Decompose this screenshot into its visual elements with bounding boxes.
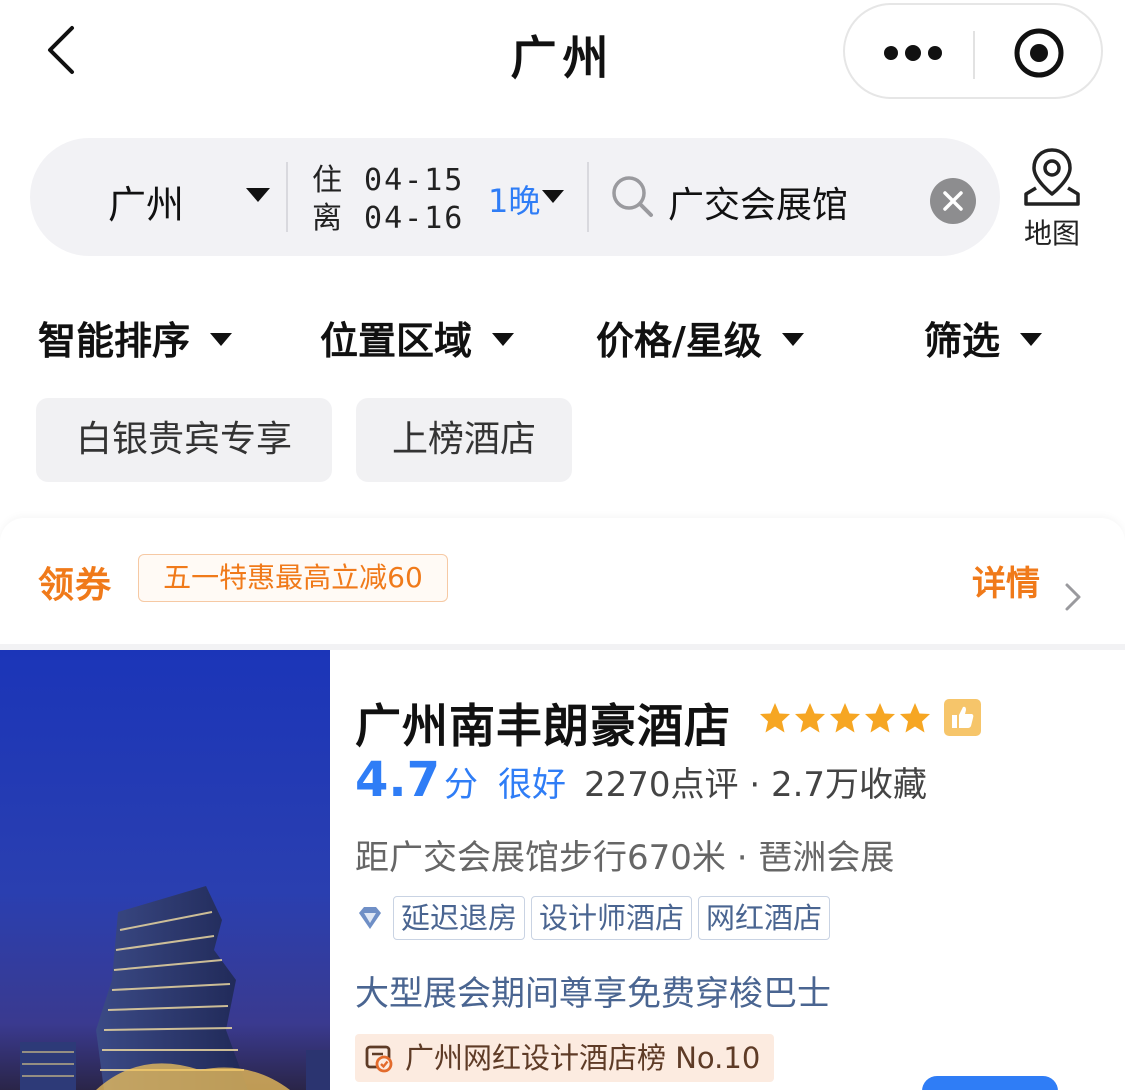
divider [286,162,288,232]
rating-row: 4.7 分很好 2270点评 · 2.7万收藏 [355,752,927,808]
nights-count[interactable]: 1晚 [488,176,540,222]
ranking-badge[interactable]: 广州网红设计酒店榜 No.10 [355,1034,775,1082]
star-icon [830,703,860,733]
date-selector[interactable]: 住 04-15 离 04-16 [312,162,464,238]
tag-ranked-hotels[interactable]: 上榜酒店 [356,398,572,482]
sort-price-star[interactable]: 价格/星级 [596,310,804,365]
tag-silver-vip[interactable]: 白银贵宾专享 [36,398,332,482]
sort-smart[interactable]: 智能排序 [38,310,233,365]
sort-label: 位置区域 [320,319,473,363]
star-icon [760,703,790,733]
chevron-right-icon[interactable] [1064,582,1082,612]
star-icon [865,703,895,733]
amenity-tags: 延迟退房 设计师酒店 网红酒店 [355,896,836,940]
ranking-text: 广州网红设计酒店榜 No.10 [405,1041,761,1075]
amenity-tag: 网红酒店 [698,896,831,940]
amenity-tag: 设计师酒店 [531,896,693,940]
score-unit: 分 [444,765,479,805]
caret-down-icon [492,333,515,346]
review-count[interactable]: 2270点评 · 2.7万收藏 [584,765,927,805]
sort-label: 智能排序 [38,319,191,363]
sort-filter[interactable]: 筛选 [924,310,1043,365]
checkin-date: 住 04-15 [312,163,465,198]
hotel-distance: 距广交会展馆步行670米 · 琶洲会展 [355,838,895,878]
diamond-icon [359,907,381,929]
review-score: 4.7 [355,752,441,808]
score-description: 很好 [498,765,567,805]
hotel-promo: 大型展会期间尊享免费穿梭巴士 [355,974,831,1014]
map-pin-icon [1024,148,1080,206]
more-dots-icon[interactable] [883,43,943,63]
caret-down-icon [210,333,233,346]
checkout-date: 离 04-16 [312,201,465,236]
hotel-search-bar: 广州 住 04-15 离 04-16 1晚 广交会展馆 [30,138,1000,256]
caret-down-icon [1020,333,1043,346]
sort-label: 筛选 [924,319,1001,363]
hotel-building-image [0,650,330,1090]
coupon-title: 领券 [38,565,113,606]
mini-program-capsule [843,3,1103,99]
target-circle-icon[interactable] [1013,27,1065,79]
caret-down-icon [781,333,804,346]
search-input[interactable]: 广交会展馆 [668,176,848,228]
amenity-tag: 延迟退房 [393,896,526,940]
caret-down-icon[interactable] [246,188,270,202]
coupon-banner[interactable]: 领券 五一特惠最高立减60 详情 [0,518,1125,644]
star-icon [900,703,930,733]
city-selector[interactable]: 广州 [108,174,184,229]
coupon-badge: 五一特惠最高立减60 [138,554,448,602]
hotel-photo[interactable] [0,650,330,1090]
clear-search-button[interactable] [930,178,976,224]
hotel-name[interactable]: 广州南丰朗豪酒店 [355,690,731,756]
divider [587,162,589,232]
capsule-divider [973,31,975,79]
coupon-detail-link[interactable]: 详情 [972,556,1040,605]
sort-location[interactable]: 位置区域 [320,310,515,365]
trophy-icon [365,1045,393,1073]
hotel-star-rating [758,701,933,735]
sort-label: 价格/星级 [596,319,762,363]
star-icon [795,703,825,733]
map-label: 地图 [1023,217,1080,250]
thumbs-up-icon [944,699,981,736]
close-icon [943,191,963,211]
sort-filter-bar: 智能排序 位置区域 价格/星级 筛选 [0,310,1125,366]
search-icon [612,176,653,217]
price-label [922,1076,1058,1090]
caret-down-icon[interactable] [542,190,564,203]
map-button[interactable]: 地图 [1012,146,1092,250]
nav-bar: 广州 [0,0,1125,110]
